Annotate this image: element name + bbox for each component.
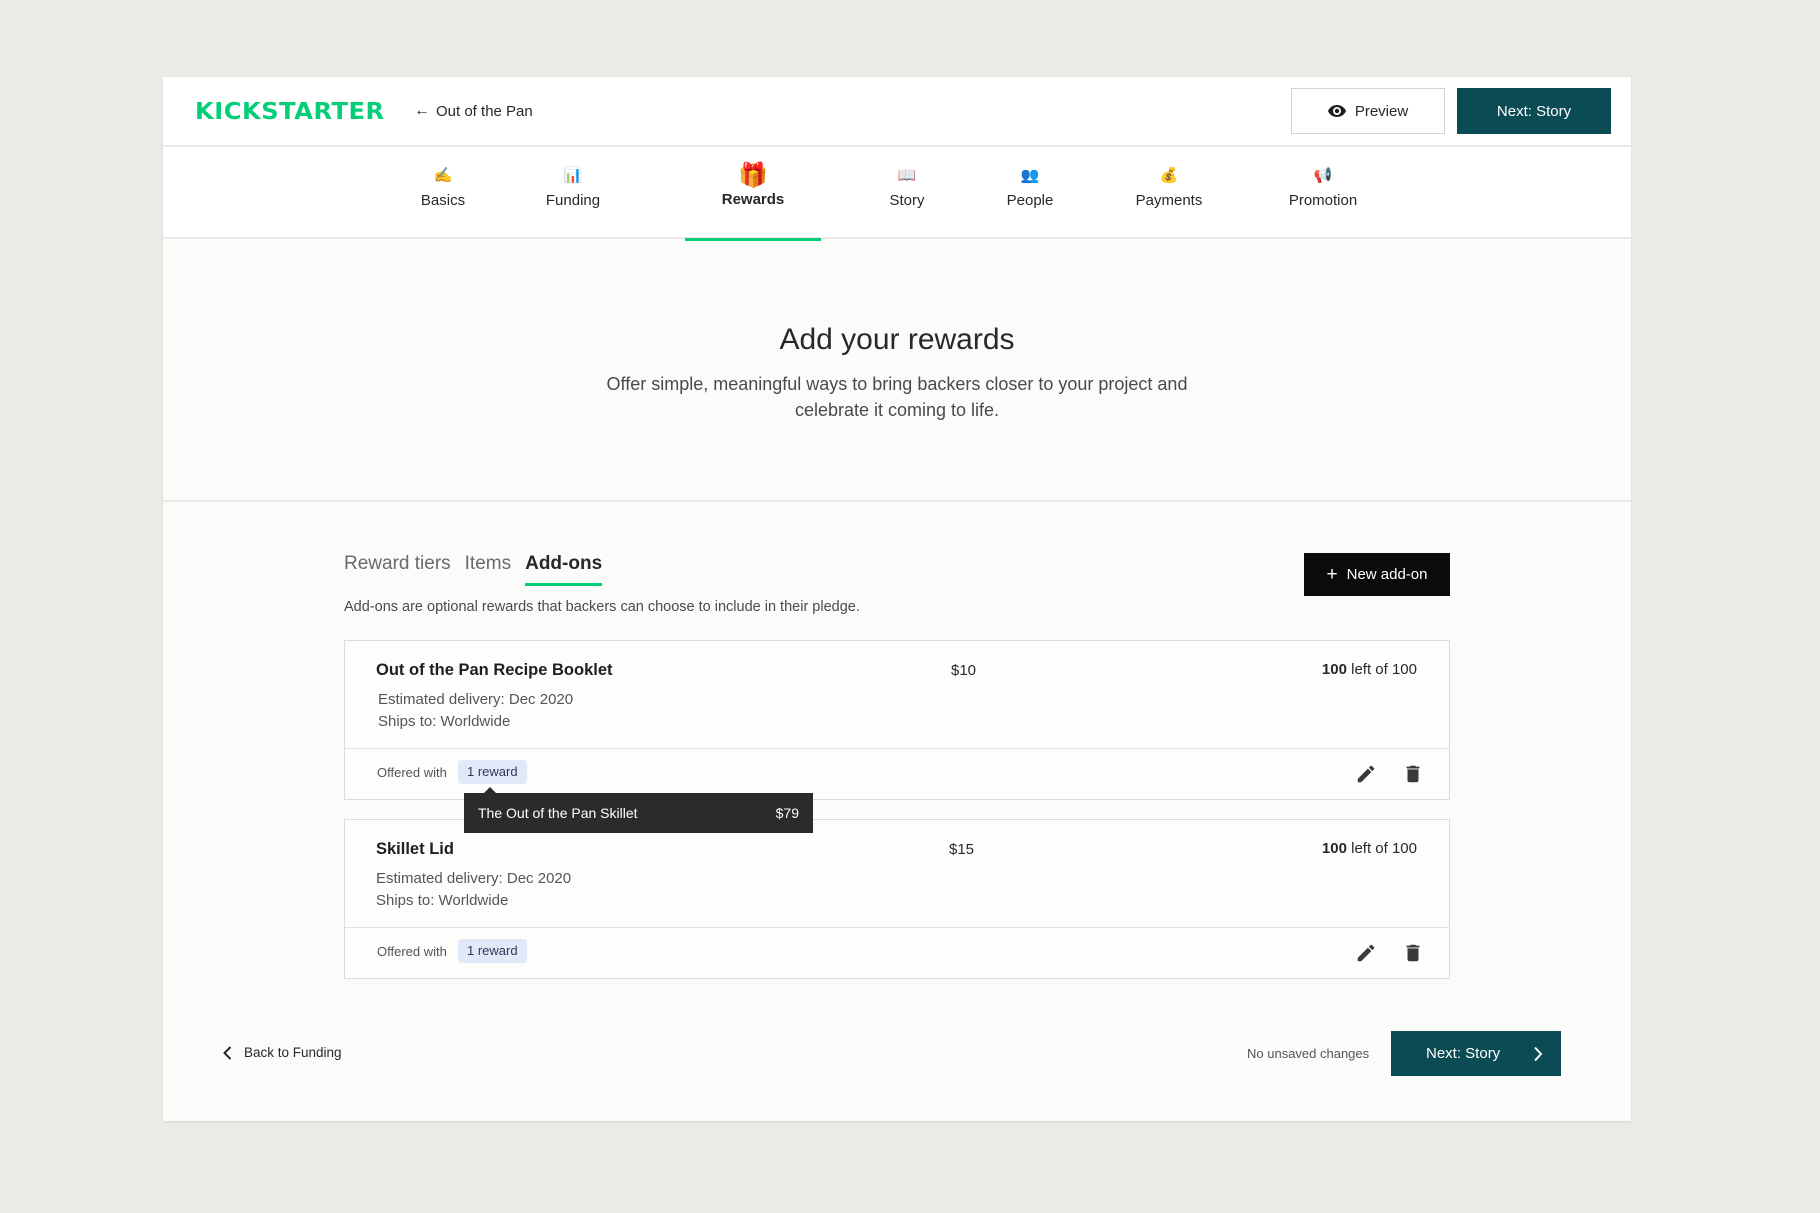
top-header: KICKSTARTER ← Out of the Pan Preview Nex… xyxy=(163,77,1631,147)
trash-icon[interactable] xyxy=(1402,763,1424,785)
page-title: Add your rewards xyxy=(779,323,1015,356)
tab-people-label: People xyxy=(1006,192,1054,209)
tab-rewards[interactable]: 🎁 Rewards xyxy=(685,147,821,241)
offered-with-label: Offered with xyxy=(377,765,447,780)
add-on-footer: Offered with 1 reward xyxy=(345,928,1449,978)
offered-with-chip[interactable]: 1 reward xyxy=(458,760,527,784)
add-on-details: Out of the Pan Recipe Booklet Estimated … xyxy=(345,641,1449,749)
add-on-remaining: 100 xyxy=(1321,661,1347,678)
new-add-on-button[interactable]: + New add-on xyxy=(1304,553,1450,596)
back-to-funding-link[interactable]: Back to Funding xyxy=(223,1045,342,1060)
next-story-label: Next: Story xyxy=(1426,1045,1501,1062)
tab-funding[interactable]: 📊 Funding xyxy=(533,147,613,239)
add-on-card[interactable]: Out of the Pan Recipe Booklet Estimated … xyxy=(344,640,1450,800)
save-status: No unsaved changes xyxy=(1247,1046,1370,1061)
tab-rewards-label: Rewards xyxy=(721,191,785,208)
add-on-ships: Ships to: Worldwide xyxy=(376,892,509,909)
pencil-icon[interactable] xyxy=(1355,763,1377,785)
tab-promotion[interactable]: 📢 Promotion xyxy=(1268,147,1378,239)
tab-payments[interactable]: 💰 Payments xyxy=(1119,147,1219,239)
tooltip-reward-price: $79 xyxy=(775,805,799,821)
project-name: Out of the Pan xyxy=(436,102,533,120)
book-icon: 📖 xyxy=(897,167,917,184)
reward-tooltip: The Out of the Pan Skillet $79 xyxy=(464,787,813,833)
tab-items[interactable]: Items xyxy=(465,553,511,586)
add-on-card[interactable]: Skillet Lid Estimated delivery: Dec 2020… xyxy=(344,819,1450,979)
add-on-ships: Ships to: Worldwide xyxy=(378,713,511,730)
writing-hand-icon: ✍️ xyxy=(433,167,453,184)
add-on-total: left of 100 xyxy=(1346,661,1417,678)
add-on-quantity: 100 left of 100 xyxy=(1322,840,1417,857)
add-on-delivery: Estimated delivery: Dec 2020 xyxy=(376,870,572,887)
tab-people[interactable]: 👥 People xyxy=(990,147,1070,239)
add-on-remaining: 100 xyxy=(1321,840,1347,857)
chevron-right-icon xyxy=(1534,1046,1543,1061)
tab-payments-label: Payments xyxy=(1135,192,1203,209)
people-icon: 👥 xyxy=(1020,167,1040,184)
next-story-button-bottom[interactable]: Next: Story xyxy=(1391,1031,1561,1076)
new-add-on-label: New add-on xyxy=(1346,566,1428,583)
kickstarter-logo[interactable]: KICKSTARTER xyxy=(195,96,385,128)
tab-add-ons[interactable]: Add-ons xyxy=(525,553,603,586)
tab-basics-label: Basics xyxy=(420,192,466,209)
preview-button[interactable]: Preview xyxy=(1291,88,1445,134)
back-to-funding-label: Back to Funding xyxy=(244,1045,342,1060)
tab-promotion-label: Promotion xyxy=(1288,192,1358,209)
tooltip-reward-name: The Out of the Pan Skillet xyxy=(478,805,638,821)
add-on-details: Skillet Lid Estimated delivery: Dec 2020… xyxy=(345,820,1449,928)
add-on-delivery: Estimated delivery: Dec 2020 xyxy=(378,691,574,708)
arrow-left-icon: ← xyxy=(414,102,430,119)
chevron-left-icon xyxy=(223,1045,232,1060)
reward-subtabs: Reward tiers Items Add-ons xyxy=(344,553,603,586)
add-on-total: left of 100 xyxy=(1346,840,1417,857)
add-on-footer: Offered with 1 reward xyxy=(345,749,1449,799)
eye-icon xyxy=(1327,105,1346,117)
preview-label: Preview xyxy=(1354,102,1409,120)
bar-chart-icon: 📊 xyxy=(563,167,583,184)
add-on-name: Skillet Lid xyxy=(376,840,454,858)
offered-with-chip[interactable]: 1 reward xyxy=(458,939,527,963)
offered-with-label: Offered with xyxy=(377,944,447,959)
plus-icon: + xyxy=(1326,564,1338,585)
add-on-price: $15 xyxy=(949,841,975,858)
add-on-quantity: 100 left of 100 xyxy=(1322,661,1417,678)
section-nav: ✍️ Basics 📊 Funding 🎁 Rewards 📖 Story 👥 … xyxy=(163,147,1631,241)
tab-story[interactable]: 📖 Story xyxy=(872,147,942,239)
add-on-name: Out of the Pan Recipe Booklet xyxy=(376,661,613,679)
pencil-icon[interactable] xyxy=(1355,942,1377,964)
next-story-button-top[interactable]: Next: Story xyxy=(1457,88,1611,134)
rewards-hero: Add your rewards Offer simple, meaningfu… xyxy=(163,239,1631,502)
tab-reward-tiers[interactable]: Reward tiers xyxy=(344,553,451,586)
add-on-price: $10 xyxy=(951,662,977,679)
gift-icon: 🎁 xyxy=(738,162,768,189)
trash-icon[interactable] xyxy=(1402,942,1424,964)
megaphone-icon: 📢 xyxy=(1313,167,1333,184)
project-editor-card: KICKSTARTER ← Out of the Pan Preview Nex… xyxy=(163,77,1631,1121)
money-bag-icon: 💰 xyxy=(1159,167,1179,184)
page-subtitle: Offer simple, meaningful ways to bring b… xyxy=(606,374,1188,420)
back-to-project-link[interactable]: ← Out of the Pan xyxy=(414,102,533,120)
add-ons-description: Add-ons are optional rewards that backer… xyxy=(344,599,860,615)
tab-funding-label: Funding xyxy=(545,192,601,209)
tab-basics[interactable]: ✍️ Basics xyxy=(408,147,478,239)
tab-story-label: Story xyxy=(889,192,925,209)
